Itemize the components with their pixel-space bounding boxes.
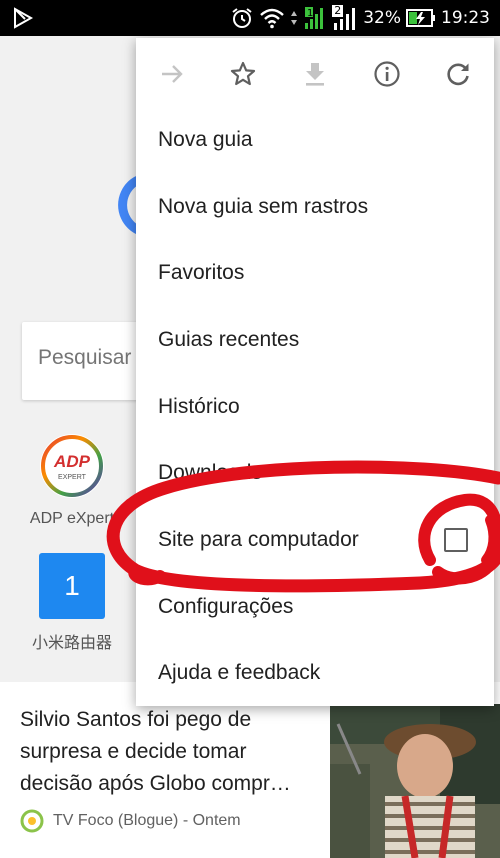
clock: 19:23	[441, 8, 490, 28]
svg-text:1: 1	[307, 8, 313, 19]
forward-button[interactable]	[154, 56, 190, 92]
menu-item-new-tab[interactable]: Nova guia	[136, 107, 494, 173]
menu-item-label: Downloads	[158, 461, 262, 484]
reload-icon	[447, 63, 469, 86]
menu-item-settings[interactable]: Configurações	[136, 574, 494, 640]
mi-router-icon: 1	[39, 553, 105, 619]
bookmark-button[interactable]	[225, 56, 261, 92]
battery-percent: 32%	[363, 8, 401, 28]
article-source: TV Foco (Blogue) - Ontem	[53, 812, 241, 829]
menu-item-label: Guias recentes	[158, 328, 300, 351]
forward-icon	[162, 65, 183, 83]
status-bar: 1 2 32% 19:23	[0, 0, 500, 36]
menu-item-label: Ajuda e feedback	[158, 661, 321, 684]
data-arrows-icon	[291, 11, 298, 25]
menu-item-recent-tabs[interactable]: Guias recentes	[136, 307, 494, 373]
info-icon	[374, 61, 400, 87]
menu-item-label: Favoritos	[158, 261, 245, 284]
adp-logo-icon: ADP EXPERT	[40, 434, 104, 498]
menu-item-label: Site para computador	[158, 528, 359, 551]
article-thumbnail	[330, 704, 500, 858]
sim2-signal-icon: 2	[332, 5, 358, 31]
download-page-button[interactable]	[297, 56, 333, 92]
download-icon	[306, 63, 324, 86]
battery-charging-icon	[406, 9, 435, 27]
menu-item-history[interactable]: Histórico	[136, 374, 494, 440]
sim1-signal-icon: 1	[305, 7, 324, 29]
menu-toolbar	[136, 38, 494, 108]
news-article-card[interactable]: Silvio Santos foi pego de surpresa e dec…	[0, 682, 500, 858]
wifi-icon	[260, 8, 285, 29]
page-info-button[interactable]	[369, 56, 405, 92]
menu-item-label: Histórico	[158, 395, 240, 418]
menu-item-label: Nova guia	[158, 128, 253, 151]
browser-overflow-menu: Nova guia Nova guia sem rastros Favorito…	[136, 38, 494, 706]
alarm-icon	[232, 8, 252, 28]
desktop-site-checkbox[interactable]	[444, 528, 468, 552]
article-title: Silvio Santos foi pego de surpresa e dec…	[20, 708, 291, 795]
shortcut-tile-adp[interactable]: ADP EXPERT ADP eXpert	[20, 430, 124, 528]
play-store-notification-icon	[14, 7, 34, 29]
menu-item-bookmarks[interactable]: Favoritos	[136, 240, 494, 306]
menu-item-incognito-tab[interactable]: Nova guia sem rastros	[136, 174, 494, 240]
menu-item-label: Nova guia sem rastros	[158, 195, 369, 218]
tile-label: 小米路由器	[31, 633, 112, 652]
tile-label: ADP eXpert	[29, 510, 115, 527]
reload-button[interactable]	[440, 56, 476, 92]
star-icon	[230, 61, 256, 86]
menu-item-desktop-site[interactable]: Site para computador	[136, 507, 494, 573]
svg-text:ADP: ADP	[53, 452, 91, 471]
menu-item-downloads[interactable]: Downloads	[136, 440, 494, 506]
menu-item-label: Configurações	[158, 595, 294, 618]
article-source-row: TV Foco (Blogue) - Ontem	[20, 809, 241, 833]
menu-item-help-feedback[interactable]: Ajuda e feedback	[136, 640, 494, 706]
svg-text:EXPERT: EXPERT	[58, 474, 87, 481]
shortcut-tile-mi-router[interactable]: 1 小米路由器	[20, 550, 124, 653]
sim2-label: 2	[332, 4, 344, 17]
tvfoco-favicon-icon	[20, 809, 44, 833]
